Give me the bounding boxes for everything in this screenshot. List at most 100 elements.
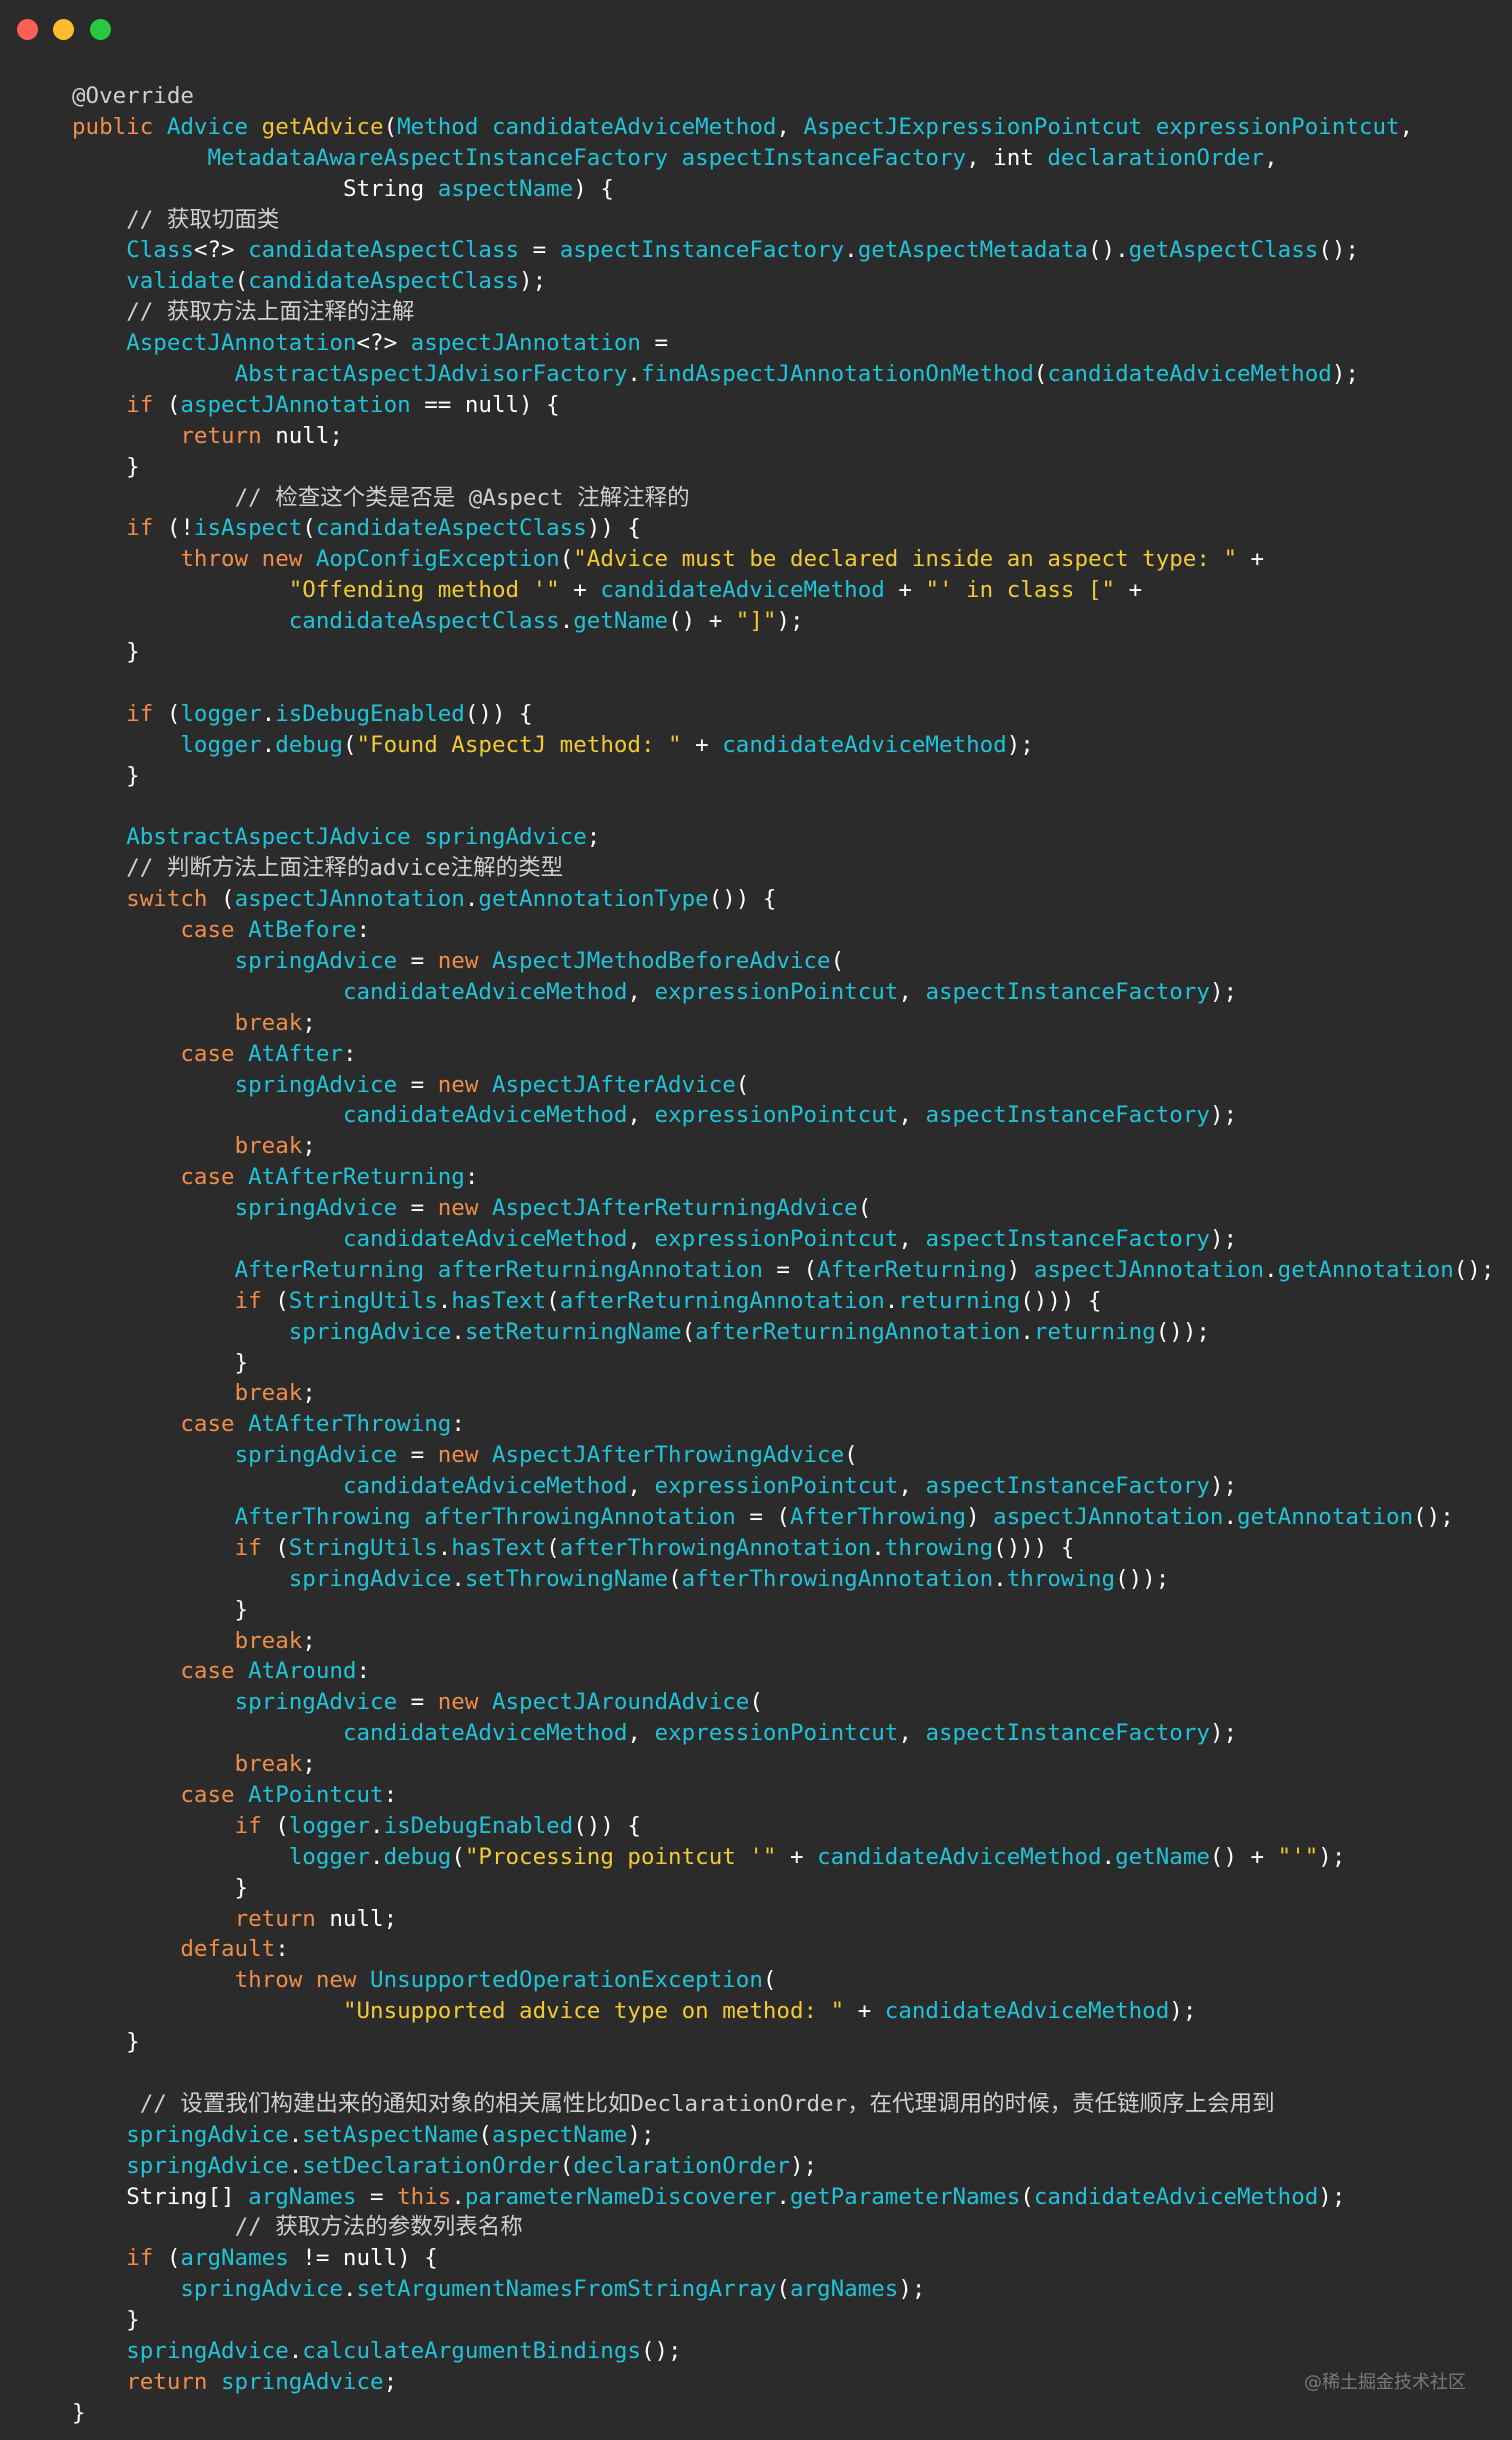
code-token: .: [884, 1287, 899, 1314]
code-token: // 判断方法上面注释的advice注解的类型: [126, 855, 564, 882]
code-token: AspectJAroundAdvice: [491, 1689, 750, 1716]
code-token: (: [776, 2276, 790, 2303]
code-token: .: [776, 2183, 790, 2210]
code-token: setArgumentNamesFromStringArray: [356, 2276, 777, 2303]
code-token: case: [180, 1781, 249, 1808]
code-token: getAnnotationType: [478, 886, 709, 913]
code-token: ): [1006, 1256, 1034, 1283]
code-token: .: [993, 1565, 1007, 1592]
code-token: candidateAdviceMethod: [884, 1998, 1170, 2025]
code-token: ,: [627, 1473, 655, 1500]
code-token: (: [166, 391, 181, 418]
code-token: break: [234, 1627, 303, 1654]
code-token: expressionPointcut: [654, 1473, 899, 1500]
code-token: case: [180, 1411, 249, 1438]
code-token: ,: [898, 1225, 926, 1252]
code-token: =: [397, 947, 438, 974]
code-token: case: [180, 1040, 249, 1067]
code-token: candidateAspectClass: [248, 268, 520, 295]
code-line: // 获取方法上面注释的注解: [72, 297, 1494, 328]
code-line: springAdvice.setArgumentNamesFromStringA…: [72, 2274, 1494, 2305]
code-line: String aspectName) {: [72, 174, 1494, 205]
code-token: parameterNameDiscoverer: [464, 2183, 777, 2210]
code-token: ,: [627, 978, 655, 1005]
code-token: AspectJAfterReturningAdvice: [491, 1195, 858, 1222]
code-token: if: [234, 1812, 276, 1839]
code-token: ,: [1399, 113, 1414, 140]
code-token: (: [844, 1442, 858, 1469]
code-token: ,: [966, 144, 994, 171]
code-token: ())) {: [993, 1534, 1075, 1561]
code-line: case AtBefore:: [72, 915, 1494, 946]
code-line: candidateAdviceMethod, expressionPointcu…: [72, 1471, 1494, 1502]
code-token: AspectJAfterAdvice: [491, 1071, 736, 1098]
code-window: @Override public Advice getAdvice(Method …: [0, 0, 1512, 2440]
code-token: candidateAdviceMethod: [342, 1720, 628, 1747]
code-token: }: [72, 453, 140, 480]
zoom-window-button[interactable]: [90, 19, 111, 40]
code-token: switch: [126, 886, 222, 913]
code-token: .: [288, 2121, 303, 2148]
code-token: :: [451, 1411, 465, 1438]
code-token: = (: [735, 1503, 790, 1530]
code-token: candidateAdviceMethod: [1047, 361, 1332, 388]
code-token: AspectJExpressionPointcut expressionPoin…: [803, 113, 1400, 140]
code-line: case AtAround:: [72, 1656, 1494, 1687]
code-line: springAdvice = new AspectJAfterThrowingA…: [72, 1440, 1494, 1471]
code-token: // 获取方法上面注释的注解: [126, 299, 415, 326]
code-token: );: [1318, 2183, 1346, 2210]
code-token: isAspect: [193, 515, 303, 542]
code-line: "Offending method '" + candidateAdviceMe…: [72, 575, 1494, 606]
close-window-button[interactable]: [17, 19, 38, 40]
code-token: aspectJAnnotation: [180, 391, 411, 418]
code-block: @Override public Advice getAdvice(Method …: [72, 81, 1494, 2429]
code-token: new: [437, 1071, 492, 1098]
code-line: // 判断方法上面注释的advice注解的类型: [72, 853, 1494, 884]
code-line: @Override: [72, 81, 1494, 112]
code-token: default: [180, 1936, 276, 1963]
code-token: aspectInstanceFactory: [925, 1720, 1210, 1747]
code-token: .: [1264, 1256, 1278, 1283]
code-token: :: [356, 917, 371, 944]
code-token: getParameterNames: [789, 2183, 1021, 2210]
code-line: candidateAdviceMethod, expressionPointcu…: [72, 1100, 1494, 1131]
code-token: }: [72, 2029, 140, 2056]
code-token: return: [234, 1905, 330, 1932]
code-line: springAdvice.calculateArgumentBindings()…: [72, 2336, 1494, 2367]
code-token: =: [397, 1195, 438, 1222]
code-token: AtAfterReturning: [248, 1164, 465, 1191]
code-token: AfterThrowing afterThrowingAnnotation: [234, 1503, 736, 1530]
code-line: if (!isAspect(candidateAspectClass)) {: [72, 513, 1494, 544]
code-token: ()) {: [464, 700, 533, 727]
code-token: .: [1101, 1843, 1116, 1870]
code-token: Method candidateAdviceMethod: [397, 113, 777, 140]
code-token: :: [342, 1040, 357, 1067]
code-token: (!: [166, 515, 194, 542]
code-line: return null;: [72, 421, 1494, 452]
code-token: afterThrowingAnnotation: [681, 1565, 994, 1592]
code-token: debug: [383, 1843, 452, 1870]
code-line: logger.debug("Processing pointcut '" + c…: [72, 1842, 1494, 1873]
minimize-window-button[interactable]: [53, 19, 74, 40]
code-token: expressionPointcut: [654, 1102, 899, 1129]
code-line: candidateAdviceMethod, expressionPointcu…: [72, 1224, 1494, 1255]
code-token: break: [234, 1380, 303, 1407]
code-token: hasText: [451, 1534, 547, 1561]
code-line: case AtAfterThrowing:: [72, 1409, 1494, 1440]
code-token: String[]: [126, 2183, 249, 2210]
code-token: if: [234, 1287, 276, 1314]
code-token: :: [356, 1658, 371, 1685]
